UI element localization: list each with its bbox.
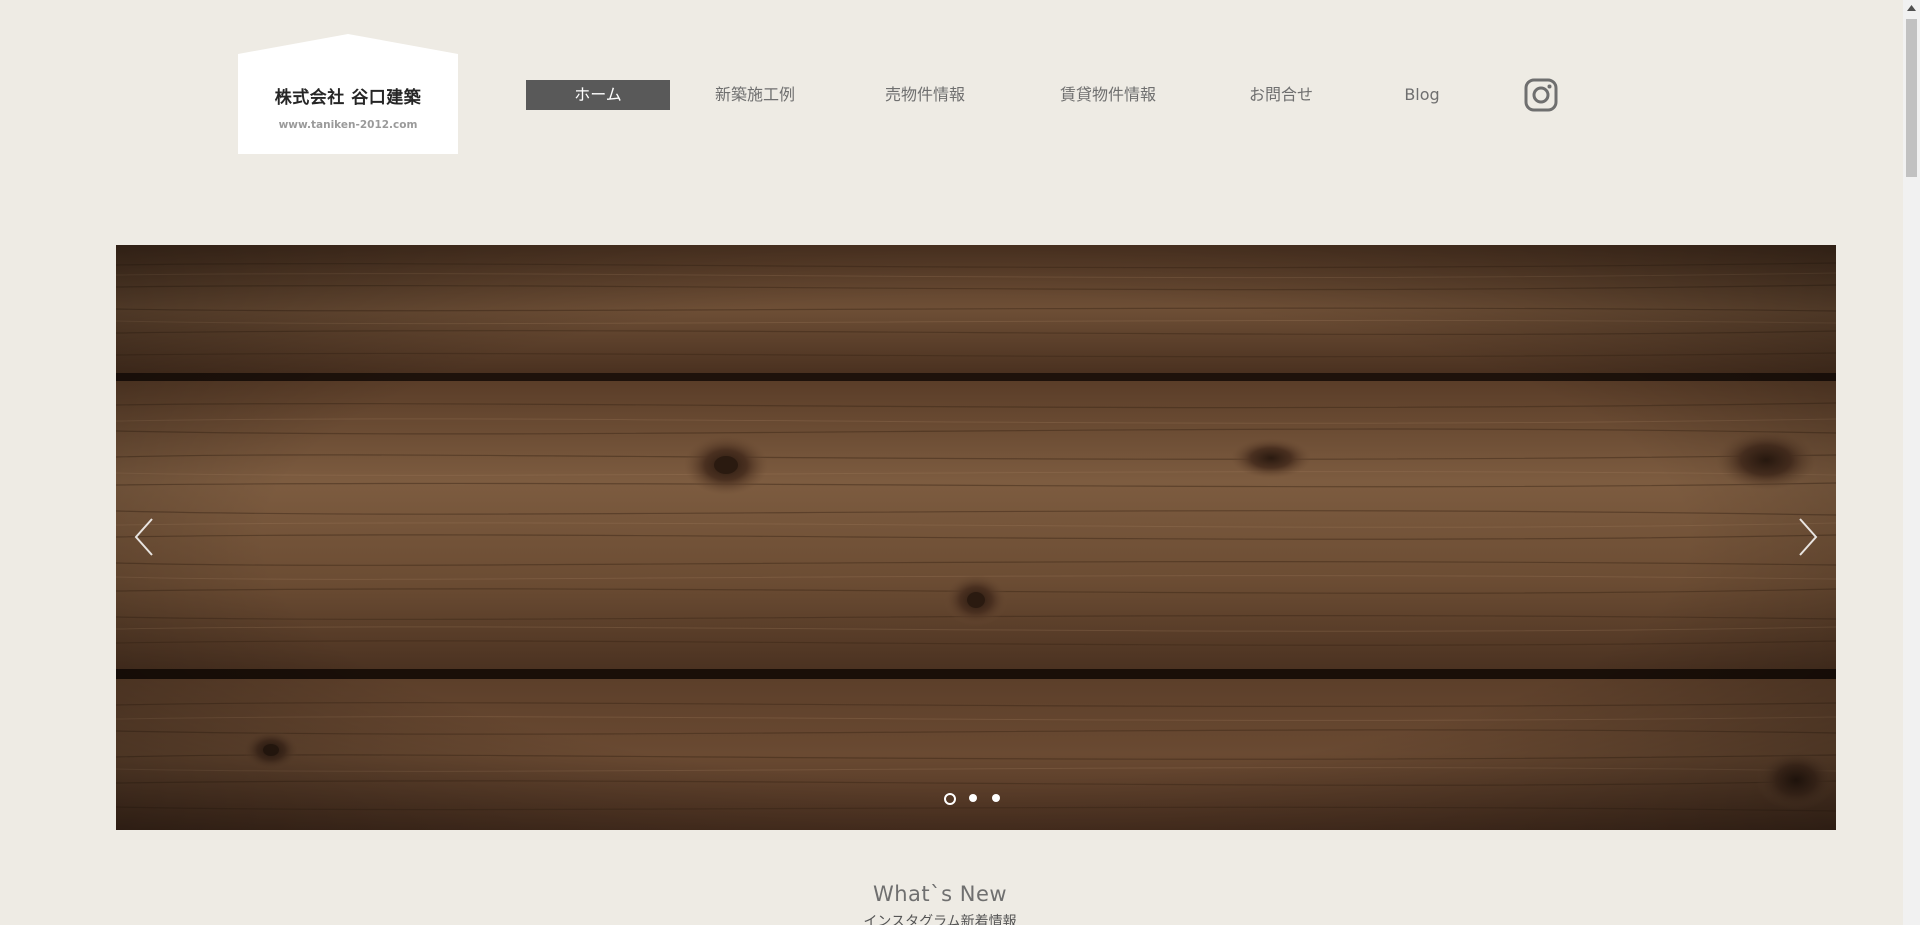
chevron-left-icon [134,518,153,556]
nav-item-rental[interactable]: 賃貸物件情報 [1028,80,1188,110]
slider-dot-2[interactable] [969,794,977,802]
chevron-right-icon [1799,518,1818,556]
nav-item-blog[interactable]: Blog [1384,80,1460,110]
whats-new-heading: What`s New [872,882,1008,906]
scrollbar-thumb[interactable] [1906,19,1917,177]
nav-item-home[interactable]: ホーム [526,80,670,110]
wood-texture-image [116,245,1836,830]
slider-dot-3[interactable] [992,794,1000,802]
scroll-up-arrow-icon[interactable] [1903,0,1920,17]
slider-next-button[interactable] [1794,515,1822,559]
slider-dot-1[interactable] [944,793,956,805]
nav-item-for-sale[interactable]: 売物件情報 [858,80,992,110]
slider-prev-button[interactable] [130,515,158,559]
logo-company-name: 株式会社 谷口建築 [274,88,422,108]
whats-new-subtitle: インスタグラム新着情報 [863,914,1017,925]
instagram-icon[interactable] [1524,78,1558,112]
nav-item-contact[interactable]: お問合せ [1226,80,1336,110]
site-logo[interactable]: 株式会社 谷口建築 www.taniken-2012.com [238,34,458,154]
page: 株式会社 谷口建築 www.taniken-2012.com ホーム 新築施工例… [0,0,1920,925]
logo-url: www.taniken-2012.com [278,119,418,131]
vertical-scrollbar[interactable] [1903,0,1920,925]
hero-slider [116,245,1836,830]
nav-item-new-construction[interactable]: 新築施工例 [688,80,822,110]
